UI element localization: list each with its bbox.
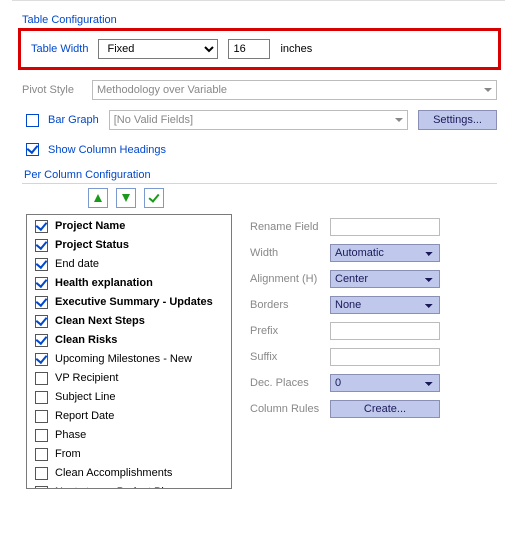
prefix-label: Prefix <box>250 325 322 337</box>
move-up-button[interactable] <box>88 188 108 208</box>
field-checkbox[interactable] <box>35 467 48 480</box>
field-checkbox[interactable] <box>35 486 48 489</box>
groupbox-title: Table Configuration <box>22 14 511 26</box>
list-item[interactable]: From <box>27 445 231 464</box>
per-column-config-header: Per Column Configuration <box>24 169 511 181</box>
field-label: From <box>55 447 81 462</box>
table-width-mode[interactable]: Fixed <box>98 39 218 59</box>
arrow-up-icon <box>94 194 102 202</box>
chevron-down-icon <box>484 88 492 92</box>
dec-places-label: Dec. Places <box>250 377 322 389</box>
check-icon <box>148 191 159 203</box>
list-item[interactable]: Health explanation <box>27 274 231 293</box>
bar-graph-settings-button[interactable]: Settings... <box>418 110 497 130</box>
field-label: Clean Risks <box>55 333 117 348</box>
field-checkbox[interactable] <box>35 277 48 290</box>
field-checkbox[interactable] <box>35 239 48 252</box>
list-item[interactable]: Project Status <box>27 236 231 255</box>
pivot-style-combo[interactable]: Methodology over Variable <box>92 80 497 100</box>
field-label: VP Recipient <box>55 371 118 386</box>
list-item[interactable]: Next steps - Project Plan <box>27 483 231 489</box>
field-checkbox[interactable] <box>35 391 48 404</box>
field-checkbox[interactable] <box>35 353 48 366</box>
field-checkbox[interactable] <box>35 220 48 233</box>
apply-button[interactable] <box>144 188 164 208</box>
pivot-style-label: Pivot Style <box>22 84 82 96</box>
table-width-highlight: Table Width Fixed inches <box>18 28 501 70</box>
table-width-unit: inches <box>280 43 312 55</box>
list-item[interactable]: Subject Line <box>27 388 231 407</box>
arrow-down-icon <box>122 194 130 202</box>
borders-combo[interactable]: None <box>330 296 440 314</box>
pivot-style-value: Methodology over Variable <box>97 84 227 96</box>
list-item[interactable]: Project Name <box>27 217 231 236</box>
field-label: Report Date <box>55 409 114 424</box>
suffix-input[interactable] <box>330 348 440 366</box>
list-item[interactable]: Clean Risks <box>27 331 231 350</box>
column-rules-label: Column Rules <box>250 403 322 415</box>
field-checkbox[interactable] <box>35 410 48 423</box>
list-item[interactable]: VP Recipient <box>27 369 231 388</box>
column-field-list[interactable]: Project Name Project Status End date Health… <box>26 214 232 489</box>
field-label: Clean Next Steps <box>55 314 145 329</box>
bar-graph-field-combo[interactable]: [No Valid Fields] <box>109 110 408 130</box>
field-label: Subject Line <box>55 390 116 405</box>
dec-places-combo[interactable]: 0 <box>330 374 440 392</box>
field-label: Project Name <box>55 219 125 234</box>
list-item[interactable]: Upcoming Milestones - New <box>27 350 231 369</box>
field-label: Executive Summary - Updates <box>55 295 213 310</box>
show-headings-label: Show Column Headings <box>48 144 166 156</box>
field-label: Clean Accomplishments <box>55 466 172 481</box>
field-label: Phase <box>55 428 86 443</box>
field-checkbox[interactable] <box>35 372 48 385</box>
list-item[interactable]: Report Date <box>27 407 231 426</box>
field-checkbox[interactable] <box>35 296 48 309</box>
borders-label: Borders <box>250 299 322 311</box>
list-item[interactable]: Clean Next Steps <box>27 312 231 331</box>
field-label: Next steps - Project Plan <box>55 485 176 489</box>
suffix-label: Suffix <box>250 351 322 363</box>
list-item[interactable]: End date <box>27 255 231 274</box>
bar-graph-checkbox[interactable]: Bar Graph <box>22 111 99 130</box>
chevron-down-icon <box>395 118 403 122</box>
field-label: End date <box>55 257 99 272</box>
table-width-value[interactable] <box>228 39 270 59</box>
alignment-combo[interactable]: Center <box>330 270 440 288</box>
move-down-button[interactable] <box>116 188 136 208</box>
column-rules-create-button[interactable]: Create... <box>330 400 440 418</box>
width-combo[interactable]: Automatic <box>330 244 440 262</box>
field-label: Project Status <box>55 238 129 253</box>
field-checkbox[interactable] <box>35 315 48 328</box>
bar-graph-field-value: [No Valid Fields] <box>114 114 193 126</box>
show-headings-checkbox[interactable]: Show Column Headings <box>22 140 166 159</box>
alignment-label: Alignment (H) <box>250 273 322 285</box>
field-label: Health explanation <box>55 276 153 291</box>
field-checkbox[interactable] <box>35 258 48 271</box>
field-label: Upcoming Milestones - New <box>55 352 192 367</box>
table-width-label: Table Width <box>31 43 88 55</box>
list-item[interactable]: Clean Accomplishments <box>27 464 231 483</box>
field-checkbox[interactable] <box>35 334 48 347</box>
prefix-input[interactable] <box>330 322 440 340</box>
rename-field-input[interactable] <box>330 218 440 236</box>
width-label: Width <box>250 247 322 259</box>
list-item[interactable]: Executive Summary - Updates <box>27 293 231 312</box>
field-checkbox[interactable] <box>35 448 48 461</box>
list-item[interactable]: Phase <box>27 426 231 445</box>
field-checkbox[interactable] <box>35 429 48 442</box>
bar-graph-label: Bar Graph <box>48 114 99 126</box>
rename-field-label: Rename Field <box>250 221 322 233</box>
